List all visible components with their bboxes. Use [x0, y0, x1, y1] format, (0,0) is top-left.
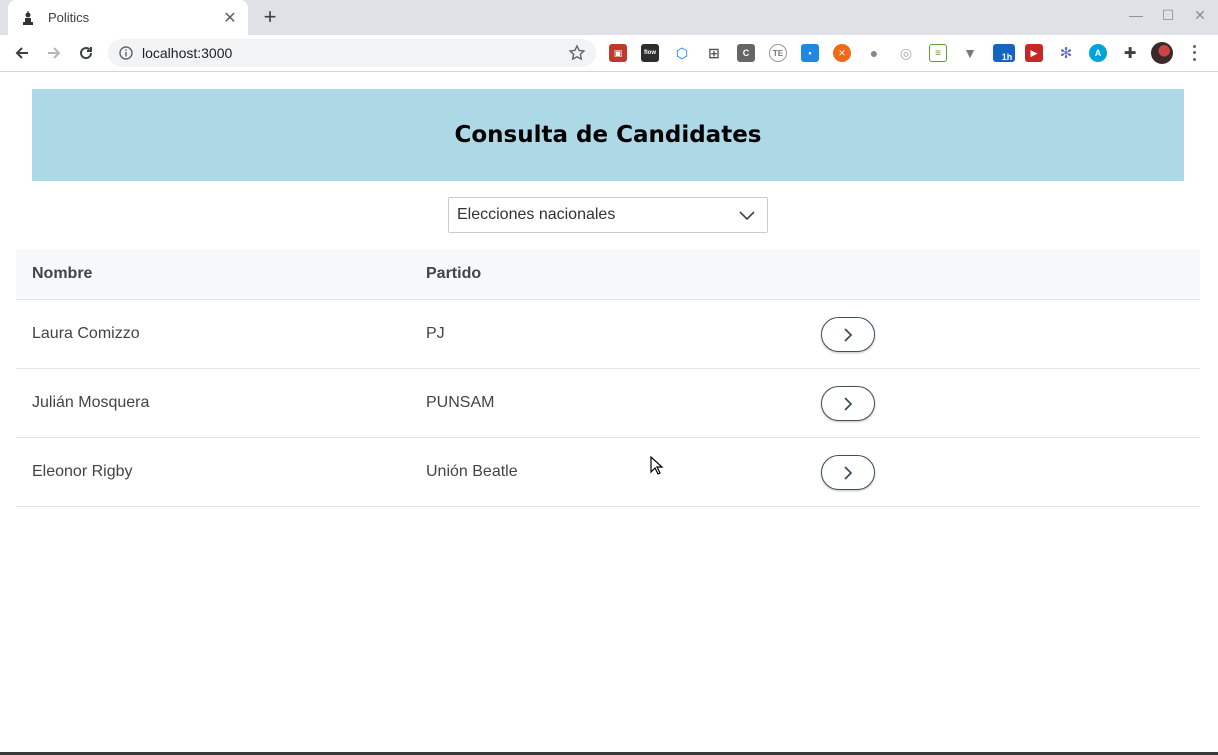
orange-circle-icon[interactable]: ✕ — [833, 44, 851, 62]
sheet-icon[interactable]: ≡ — [929, 44, 947, 62]
reload-button[interactable] — [73, 40, 99, 66]
red-play-icon[interactable]: ▶ — [1025, 44, 1043, 62]
view-candidate-button[interactable] — [821, 455, 875, 490]
candidate-party: PUNSAM — [426, 394, 495, 411]
chevron-down-icon — [739, 211, 755, 221]
gray-dot-icon[interactable]: ● — [865, 44, 883, 62]
view-candidate-button[interactable] — [821, 317, 875, 352]
new-tab-button[interactable]: + — [258, 4, 282, 29]
maximize-icon[interactable]: ☐ — [1156, 4, 1180, 26]
flow-icon[interactable]: flow — [641, 44, 659, 62]
ext-red-icon[interactable]: ▣ — [609, 44, 627, 62]
column-header-partido: Partido — [426, 265, 482, 282]
column-header-nombre: Nombre — [32, 265, 93, 282]
browser-tabstrip: Politics ✕ + — ☐ ✕ — [0, 0, 1218, 35]
browser-menu-icon[interactable] — [1186, 43, 1202, 63]
badge-1h-icon[interactable]: 1h — [993, 44, 1015, 62]
target-icon[interactable]: ◎ — [897, 44, 915, 62]
candidate-name: Laura Comizzo — [32, 325, 140, 342]
candidate-name: Julián Mosquera — [32, 394, 150, 411]
header-banner: Consulta de Candidates — [32, 89, 1184, 181]
puzzle-icon[interactable]: ✚ — [1121, 44, 1139, 62]
table-row: Eleonor Rigby Unión Beatle — [16, 438, 1200, 507]
chevron-right-icon — [844, 396, 853, 411]
table-row: Julián Mosquera PUNSAM — [16, 369, 1200, 438]
arrow-right-icon — [48, 47, 61, 59]
forward-button[interactable] — [41, 40, 67, 66]
cube-icon[interactable]: ⬡ — [673, 44, 691, 62]
election-select-value: Elecciones nacionales — [457, 206, 616, 223]
close-tab-icon[interactable]: ✕ — [218, 6, 242, 30]
minimize-icon[interactable]: — — [1124, 4, 1148, 26]
table-row: Laura Comizzo PJ — [16, 300, 1200, 369]
a-circle-icon[interactable]: A — [1089, 44, 1107, 62]
page-content: Consulta de Candidates Elecciones nacion… — [0, 73, 1218, 755]
badge-label: 1h — [1001, 52, 1013, 62]
v-icon[interactable]: ▼ — [961, 44, 979, 62]
blue-square-icon[interactable]: ▪ — [801, 44, 819, 62]
browser-tab[interactable]: Politics ✕ — [8, 0, 248, 35]
candidates-table: Nombre Partido Laura Comizzo PJ Julián M… — [16, 249, 1200, 507]
arrow-left-icon — [15, 47, 28, 59]
address-bar[interactable]: localhost:3000 — [108, 39, 596, 67]
view-candidate-button[interactable] — [821, 386, 875, 421]
grid-icon[interactable]: ⊞ — [705, 44, 723, 62]
page-title: Consulta de Candidates — [454, 122, 762, 148]
url-text: localhost:3000 — [142, 45, 233, 61]
bookmark-star-icon — [568, 44, 586, 61]
candidate-party: Unión Beatle — [426, 463, 518, 480]
te-icon[interactable]: TE — [769, 44, 787, 62]
candidate-name: Eleonor Rigby — [32, 463, 133, 480]
candidate-party: PJ — [426, 325, 445, 342]
window-close-icon[interactable]: ✕ — [1188, 4, 1212, 26]
c-icon[interactable]: C — [737, 44, 755, 62]
reload-icon — [80, 47, 93, 60]
snowflake-icon[interactable]: ✻ — [1057, 44, 1075, 62]
chevron-right-icon — [844, 327, 853, 342]
tab-title: Politics — [48, 10, 90, 25]
info-icon — [119, 46, 133, 60]
browser-toolbar: localhost:3000 ▣ flow ⬡ ⊞ C TE ▪ ✕ ● ◎ ≡… — [0, 35, 1218, 72]
back-button[interactable] — [9, 40, 35, 66]
election-select[interactable]: Elecciones nacionales — [448, 197, 768, 233]
chess-pawn-icon — [20, 10, 36, 26]
chevron-right-icon — [844, 465, 853, 480]
profile-avatar[interactable] — [1151, 42, 1173, 64]
table-header: Nombre Partido — [16, 249, 1200, 300]
mouse-cursor-icon — [650, 456, 664, 475]
